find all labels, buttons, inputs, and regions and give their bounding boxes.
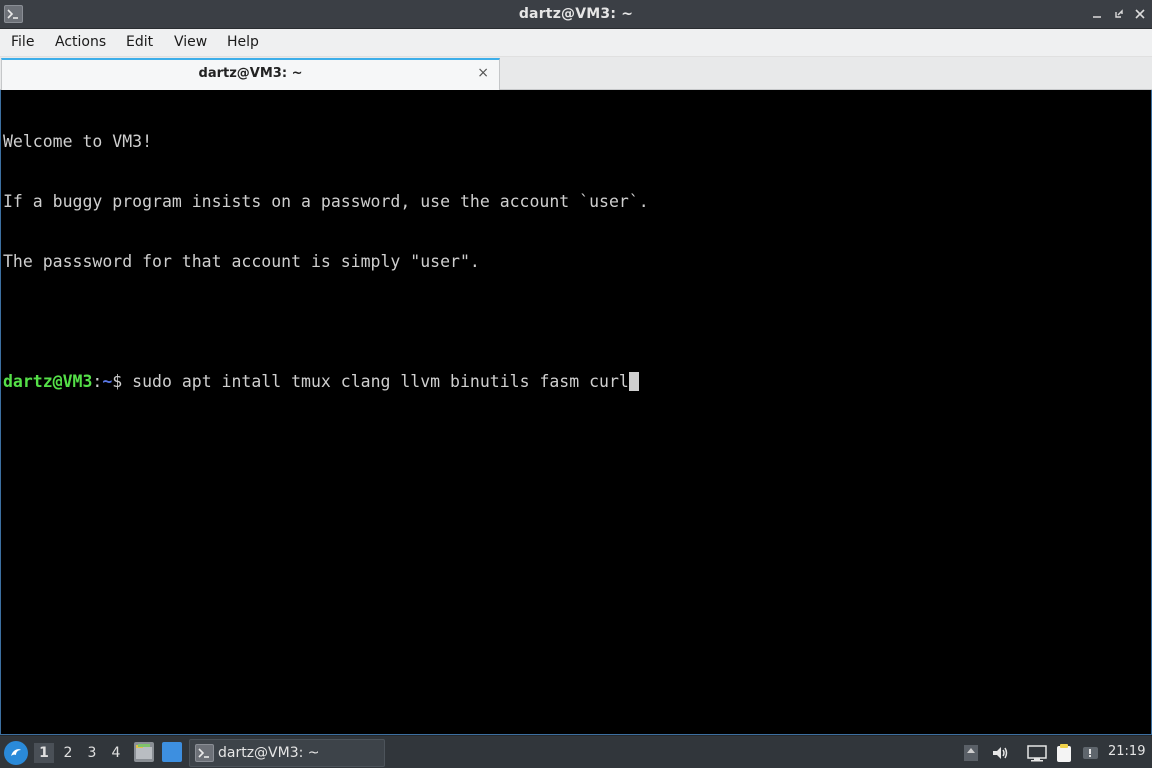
prompt-user-host: dartz@VM3 — [3, 372, 93, 391]
network-icon[interactable] — [1026, 742, 1048, 764]
terminal-task-icon — [195, 744, 214, 762]
desktop-4-button[interactable]: 4 — [106, 743, 126, 763]
desktop-3-button[interactable]: 3 — [82, 743, 102, 763]
tray-expand-icon[interactable] — [960, 742, 982, 764]
terminal-line: Welcome to VM3! — [3, 132, 153, 151]
desktop-1-button[interactable]: 1 — [34, 743, 54, 763]
desktop-2-button[interactable]: 2 — [58, 743, 78, 763]
menu-view[interactable]: View — [172, 34, 209, 50]
command-input[interactable]: sudo apt intall tmux clang llvm binutils… — [132, 372, 629, 391]
menu-actions[interactable]: Actions — [53, 34, 108, 50]
clipboard-icon[interactable] — [1053, 742, 1075, 764]
terminal-line: The passsword for that account is simply… — [3, 252, 480, 271]
restore-icon[interactable] — [1110, 5, 1128, 23]
tab-bar: dartz@VM3: ~ × — [0, 57, 1152, 90]
menu-file[interactable]: File — [9, 34, 36, 50]
taskbar-terminal-task[interactable]: dartz@VM3: ~ — [189, 739, 385, 767]
terminal-output[interactable]: Welcome to VM3! If a buggy program insis… — [0, 90, 1152, 735]
minimize-icon[interactable] — [1088, 5, 1106, 23]
taskbar-clock[interactable]: 21:19 — [1108, 744, 1145, 759]
tab-label: dartz@VM3: ~ — [198, 66, 303, 81]
file-manager-icon[interactable] — [134, 742, 154, 762]
text-cursor — [628, 372, 639, 391]
tab-terminal-session[interactable]: dartz@VM3: ~ × — [1, 58, 500, 90]
notification-icon[interactable] — [1080, 742, 1102, 764]
volume-icon[interactable] — [989, 742, 1011, 764]
command-prompt-line[interactable]: dartz@VM3:~$ sudo apt intall tmux clang … — [3, 372, 1151, 392]
prompt-symbol: $ — [112, 372, 133, 391]
prompt-path: ~ — [102, 372, 113, 391]
tab-close-icon[interactable]: × — [477, 65, 489, 81]
start-menu-icon[interactable] — [4, 741, 28, 765]
task-label: dartz@VM3: ~ — [218, 745, 320, 761]
menu-edit[interactable]: Edit — [124, 34, 155, 50]
show-desktop-icon[interactable] — [162, 742, 182, 762]
menu-help[interactable]: Help — [225, 34, 261, 50]
menu-bar: File Actions Edit View Help — [0, 29, 1152, 57]
desktop-screen: dartz@VM3: ~ File Actions Edit View Help… — [0, 0, 1152, 768]
close-icon[interactable] — [1131, 5, 1149, 23]
taskbar: 1 2 3 4 dartz@VM3: ~ 21:19 — [0, 735, 1152, 768]
terminal-line: If a buggy program insists on a password… — [3, 192, 649, 211]
window-titlebar[interactable]: dartz@VM3: ~ — [0, 0, 1152, 29]
window-title: dartz@VM3: ~ — [518, 6, 634, 22]
prompt-separator: : — [92, 372, 103, 391]
